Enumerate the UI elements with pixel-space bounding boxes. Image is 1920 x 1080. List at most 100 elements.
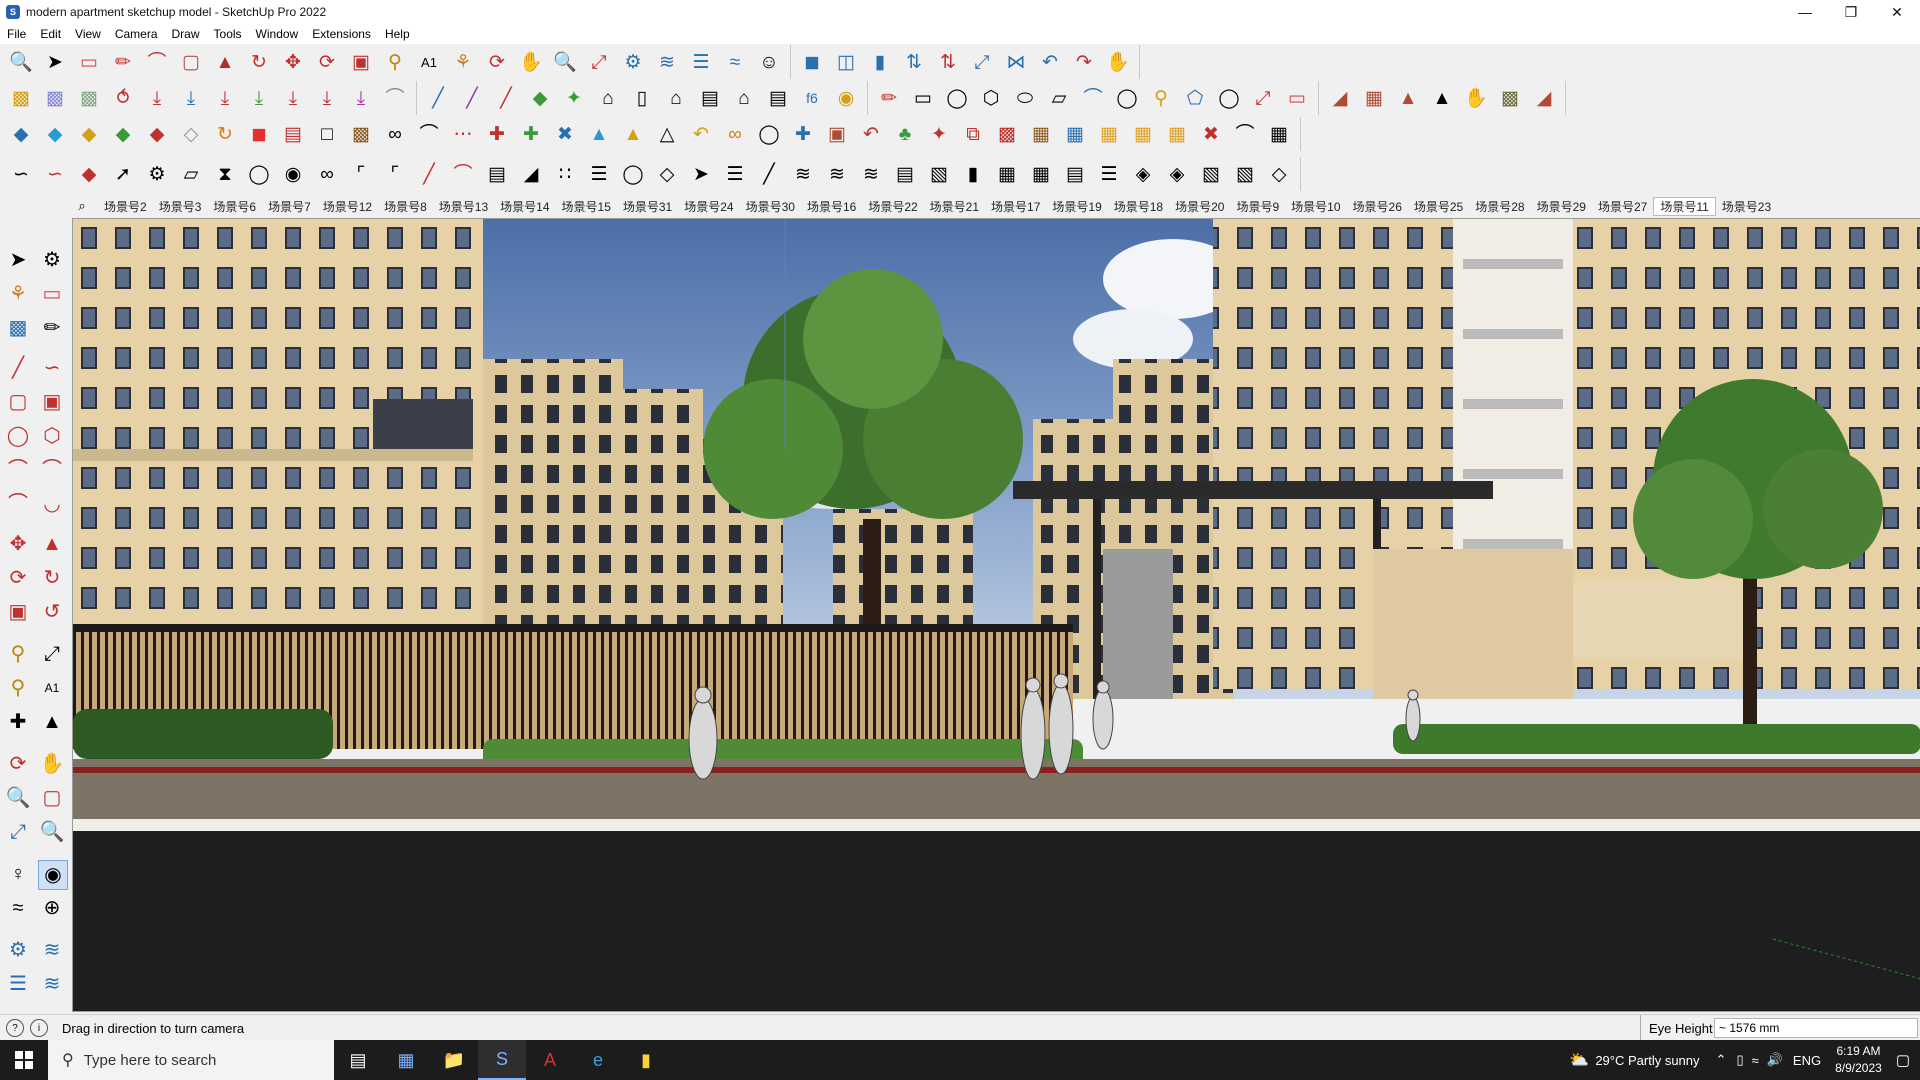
slash-red-icon[interactable]: ╱ bbox=[492, 84, 520, 112]
extrude-icon[interactable]: ⥀ bbox=[109, 84, 137, 112]
tool-mesh-1-icon[interactable]: ▦ bbox=[1095, 120, 1123, 148]
scene-tab[interactable]: 场景号29 bbox=[1531, 198, 1592, 215]
scene-tab[interactable]: 场景号28 bbox=[1469, 198, 1530, 215]
bezier-icon[interactable]: ∽ bbox=[7, 160, 35, 188]
tool-cross-blue-icon[interactable]: ✖ bbox=[551, 120, 579, 148]
tool-wall-icon[interactable]: ▦ bbox=[1061, 120, 1089, 148]
extension-manager-icon[interactable]: ≋ bbox=[38, 970, 66, 998]
zoom-extents-icon[interactable]: ⤢ bbox=[585, 48, 613, 76]
rectangle-icon[interactable]: ▢ bbox=[4, 388, 32, 416]
box-icon[interactable]: ▩ bbox=[7, 84, 35, 112]
notifications-icon[interactable]: ▢ bbox=[1896, 1051, 1910, 1069]
outline-house-icon[interactable]: ⌂ bbox=[730, 84, 758, 112]
tool-copy-icon[interactable]: ⧉ bbox=[959, 120, 987, 148]
scene-tab[interactable]: 场景号21 bbox=[924, 198, 985, 215]
function-icon[interactable]: f6 bbox=[798, 84, 826, 112]
stripes-icon[interactable]: ▤ bbox=[1061, 160, 1089, 188]
tool-move-red-icon[interactable]: ✚ bbox=[483, 120, 511, 148]
restore-icon[interactable]: ❐ bbox=[1828, 0, 1874, 24]
stairs-icon[interactable]: ∷ bbox=[551, 160, 579, 188]
warehouse-icon[interactable]: ⚙ bbox=[4, 936, 32, 964]
tool-hook-icon[interactable]: ↶ bbox=[687, 120, 715, 148]
scene-tab[interactable]: 场景号30 bbox=[740, 198, 801, 215]
hand-icon[interactable]: ✋ bbox=[1104, 48, 1132, 76]
shape-10-icon[interactable]: ◯ bbox=[1215, 84, 1243, 112]
tool-link-orange-icon[interactable]: ∞ bbox=[721, 120, 749, 148]
polygon-icon[interactable]: ⬡ bbox=[38, 422, 66, 450]
scene-tab[interactable]: 场景号12 bbox=[317, 198, 378, 215]
home-icon[interactable]: ⌂ bbox=[662, 84, 690, 112]
menu-draw[interactable]: Draw bbox=[165, 27, 207, 41]
zoom-icon[interactable]: 🔍 bbox=[551, 48, 579, 76]
tool-delete-icon[interactable]: ✖ bbox=[1197, 120, 1225, 148]
file-explorer-icon[interactable]: 📁 bbox=[430, 1040, 478, 1080]
scene-tab[interactable]: 场景号23 bbox=[1716, 198, 1777, 215]
eraser-icon[interactable]: ▭ bbox=[75, 48, 103, 76]
tool-grid-icon[interactable]: ▤ bbox=[279, 120, 307, 148]
tool-tree-icon[interactable]: ♣ bbox=[891, 120, 919, 148]
tool-link-icon[interactable]: ∞ bbox=[381, 120, 409, 148]
start-button[interactable] bbox=[0, 1040, 48, 1080]
scene-tab[interactable]: 场景号26 bbox=[1347, 198, 1408, 215]
garage-icon[interactable]: ▤ bbox=[764, 84, 792, 112]
three-point-arc-icon[interactable]: ⌒ bbox=[4, 490, 32, 518]
shape-2-icon[interactable]: ◯ bbox=[943, 84, 971, 112]
cube-solid-icon[interactable]: ▩ bbox=[75, 84, 103, 112]
eraser-pink-icon[interactable]: ▭ bbox=[1283, 84, 1311, 112]
scene-tab[interactable]: 场景号16 bbox=[801, 198, 862, 215]
battery-icon[interactable]: ▯ bbox=[1736, 1052, 1743, 1068]
scene-tab[interactable]: 场景号20 bbox=[1169, 198, 1230, 215]
menu-camera[interactable]: Camera bbox=[108, 27, 165, 41]
tag-icon[interactable]: ◉ bbox=[832, 84, 860, 112]
pan-icon[interactable]: ✋ bbox=[517, 48, 545, 76]
clock[interactable]: 6:19 AM 8/9/2023 bbox=[1835, 1043, 1882, 1077]
text-icon[interactable]: A1 bbox=[415, 48, 443, 76]
extrude-n-icon[interactable]: ⤓ bbox=[279, 84, 307, 112]
model-viewport[interactable] bbox=[72, 218, 1920, 1012]
tool-red-square-icon[interactable]: ◼ bbox=[245, 120, 273, 148]
roll-icon[interactable]: ⧗ bbox=[211, 160, 239, 188]
scene-tab[interactable]: 场景号19 bbox=[1046, 198, 1107, 215]
paint-red-icon[interactable]: ◆ bbox=[75, 160, 103, 188]
shape-6-icon[interactable]: ⌒ bbox=[1079, 84, 1107, 112]
language-indicator[interactable]: ENG bbox=[1793, 1053, 1821, 1068]
minimize-icon[interactable]: — bbox=[1782, 0, 1828, 24]
tool-red-plane-icon[interactable]: ◆ bbox=[143, 120, 171, 148]
eraser-icon[interactable]: ▭ bbox=[38, 280, 66, 308]
axes-icon[interactable]: ✚ bbox=[4, 708, 32, 736]
tool-grid-small-icon[interactable]: ▦ bbox=[1265, 120, 1293, 148]
follow-me-icon[interactable]: ↻ bbox=[38, 564, 66, 592]
taskbar-search[interactable]: ⚲ Type here to search bbox=[48, 1040, 334, 1080]
scene-tab[interactable]: 场景号22 bbox=[862, 198, 923, 215]
flip-down-icon[interactable]: ⇅ bbox=[934, 48, 962, 76]
geolocation-icon[interactable]: ? bbox=[6, 1019, 24, 1037]
3d-text-icon[interactable]: ▲ bbox=[38, 708, 66, 736]
sketchup-taskbar-icon[interactable]: S bbox=[478, 1040, 526, 1080]
task-view-icon[interactable]: ▤ bbox=[334, 1040, 382, 1080]
line-corner-2-icon[interactable]: ⌜ bbox=[381, 160, 409, 188]
tool-scatter-icon[interactable]: ✦ bbox=[925, 120, 953, 148]
scene-tab[interactable]: 场景号6 bbox=[207, 198, 262, 215]
scene-tab[interactable]: 场景号24 bbox=[678, 198, 739, 215]
tool-rotate-orange-icon[interactable]: ↻ bbox=[211, 120, 239, 148]
line-corner-icon[interactable]: ⌜ bbox=[347, 160, 375, 188]
tape-measure-icon[interactable]: ⚲ bbox=[4, 640, 32, 668]
tool-mesh-2-icon[interactable]: ▦ bbox=[1129, 120, 1157, 148]
extrude-r-icon[interactable]: ⤓ bbox=[211, 84, 239, 112]
tool-box-icon[interactable]: ▩ bbox=[347, 120, 375, 148]
scene-tab[interactable]: 场景号31 bbox=[617, 198, 678, 215]
line-icon[interactable]: ╱ bbox=[4, 354, 32, 382]
ladder-icon[interactable]: ☰ bbox=[721, 160, 749, 188]
gear-icon[interactable]: ⚙ bbox=[143, 160, 171, 188]
tool-pyramid-icon[interactable]: ▲ bbox=[619, 120, 647, 148]
extension-icon[interactable]: ≋ bbox=[653, 48, 681, 76]
menu-view[interactable]: View bbox=[68, 27, 108, 41]
wall-pattern-icon[interactable]: ▤ bbox=[483, 160, 511, 188]
section-cut-icon[interactable]: ▮ bbox=[866, 48, 894, 76]
shape-1-icon[interactable]: ▭ bbox=[909, 84, 937, 112]
tool-blue-cube-icon[interactable]: ◆ bbox=[7, 120, 35, 148]
extension-warehouse-icon[interactable]: ≋ bbox=[38, 936, 66, 964]
shell-2-icon[interactable]: ◯ bbox=[619, 160, 647, 188]
tool-move-green-icon[interactable]: ✚ bbox=[517, 120, 545, 148]
push-pull-icon[interactable]: ▲ bbox=[38, 530, 66, 558]
